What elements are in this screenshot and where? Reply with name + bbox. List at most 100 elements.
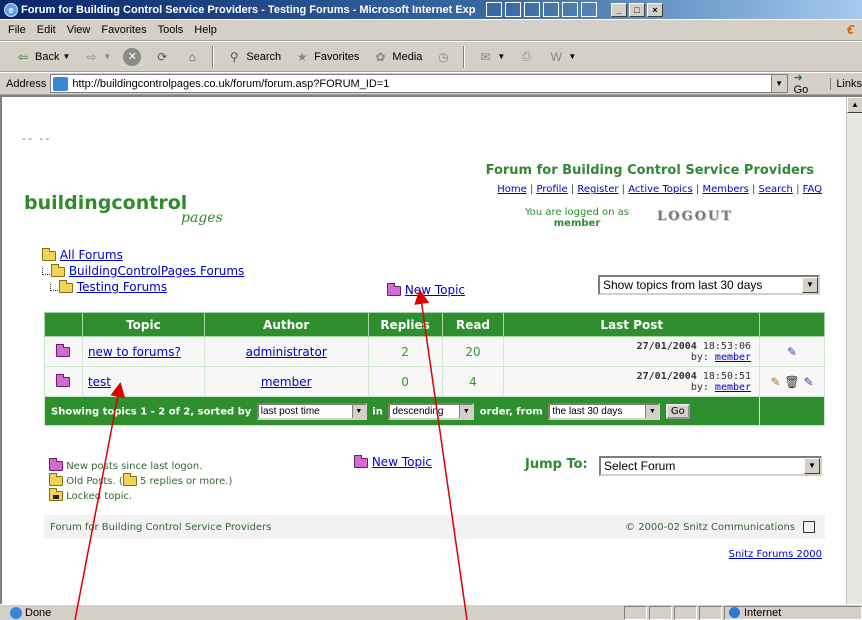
sort-go-button[interactable]: Go [665,403,690,419]
home-button[interactable]: ⌂ [179,45,205,69]
ie-logo-icon: e [4,2,18,17]
reply-icon[interactable]: ✎ [803,375,813,389]
header-actions-col [759,312,825,337]
chevron-down-icon[interactable]: ▼ [459,404,473,418]
footer-forum-name: Forum for Building Control Service Provi… [50,521,272,533]
topics-table: Topic Author Replies Read Last Post new … [43,312,825,426]
menu-favorites[interactable]: Favorites [101,24,146,36]
new-topic-label[interactable]: New Topic [372,455,432,469]
outlook-tray-icon[interactable] [581,2,597,17]
logout-button[interactable]: LOGOUT [657,209,733,224]
breadcrumb-all-forums[interactable]: All Forums [60,248,123,262]
last-post-time: 18:50:51 [702,370,752,382]
publisher-tray-icon[interactable] [562,2,578,17]
author-link[interactable]: member [261,375,312,389]
nav-link-members[interactable]: Members [702,184,748,195]
sort-by-value: last post time [260,405,320,417]
edit-pencil-icon[interactable]: ✎ [771,375,781,389]
go-to-top-icon[interactable] [803,521,815,533]
address-url[interactable]: http://buildingcontrolpages.co.uk/forum/… [72,78,770,90]
sort-order-select[interactable]: descending ▼ [388,402,475,420]
menu-tools[interactable]: Tools [158,24,184,36]
last-post-by-label: by: [690,381,709,393]
minimize-button[interactable]: _ [611,2,627,17]
author-link[interactable]: administrator [246,345,327,359]
access-tray-icon[interactable] [543,2,559,17]
chevron-down-icon[interactable]: ▼ [770,75,787,92]
snitz-forums-link[interactable]: Snitz Forums 2000 [729,549,822,560]
refresh-button[interactable]: ⟳ [149,45,175,69]
address-bar: Address http://buildingcontrolpages.co.u… [0,71,862,96]
folder-hot-icon [122,473,137,486]
delete-trash-icon[interactable]: 🗑 [784,375,799,389]
menu-help[interactable]: Help [194,24,217,36]
nav-link-home[interactable]: Home [497,184,527,195]
reply-icon[interactable]: ✎ [787,345,797,359]
topic-status-cell [44,336,83,367]
menu-edit[interactable]: Edit [37,24,56,36]
breadcrumb-forum[interactable]: Testing Forums [77,280,167,294]
chevron-down-icon[interactable]: ▼ [804,458,820,474]
folder-new-icon [56,344,71,357]
close-button[interactable]: × [647,2,663,17]
showing-text: Showing topics 1 - 2 of 2, sorted by [51,406,252,417]
chevron-down-icon[interactable]: ▼ [802,277,818,293]
breadcrumb-category[interactable]: BuildingControlPages Forums [69,264,244,278]
breadcrumb: Testing Forums [50,279,167,294]
new-topic-label[interactable]: New Topic [405,283,465,297]
jump-to-select[interactable]: Select Forum ▼ [599,456,822,476]
back-button[interactable]: ⇦ Back ▼ [10,45,74,69]
maximize-button[interactable]: □ [629,2,645,17]
menu-file[interactable]: File [8,24,26,36]
refresh-icon: ⟳ [157,49,168,64]
topic-link[interactable]: new to forums? [88,345,181,359]
forward-button[interactable]: ⇨ ▼ [78,45,115,69]
nav-link-faq[interactable]: FAQ [803,184,822,195]
last-post-author-link[interactable]: member [715,352,751,363]
mail-button[interactable]: ✉ ▼ [472,45,509,69]
last-post-author-link[interactable]: member [715,382,751,393]
globe-icon [729,607,740,618]
word-tray-icon[interactable] [505,2,521,17]
new-topic-link-bottom[interactable]: New Topic [354,454,432,469]
nav-link-active-topics[interactable]: Active Topics [628,184,692,195]
from-label: order, from [479,406,543,417]
chevron-down-icon[interactable]: ▼ [351,404,365,418]
stop-button[interactable]: ✕ [119,45,145,69]
folder-locked-icon [49,488,63,501]
back-label: Back [35,50,60,63]
favorites-button[interactable]: ★ Favorites [289,45,363,69]
new-topic-link[interactable]: New Topic [387,282,465,297]
vertical-scrollbar[interactable]: ▲ [846,97,862,604]
favorites-label: Favorites [314,50,360,63]
history-button[interactable]: ◷ [430,45,456,69]
links-button[interactable]: Links [830,77,862,90]
menu-view[interactable]: View [67,24,91,36]
chevron-down-icon[interactable]: ▼ [645,404,659,418]
period-select[interactable]: the last 30 days ▼ [548,402,661,420]
status-cell [699,605,722,620]
replies-cell: 0 [367,366,443,397]
mail-tray-icon[interactable] [486,2,502,17]
toolbar-separator [463,45,466,68]
address-input[interactable]: http://buildingcontrolpages.co.uk/forum/… [50,74,788,93]
media-button[interactable]: ✿ Media [367,45,426,69]
excel-tray-icon[interactable] [524,2,540,17]
logo-sub-text: pages [181,210,223,226]
scroll-up-arrow-icon[interactable]: ▲ [847,97,862,113]
show-topics-select[interactable]: Show topics from last 30 days ▼ [598,275,820,295]
site-logo[interactable]: buildingcontrol pages [24,192,223,226]
status-label: Done [25,606,52,619]
nav-link-search[interactable]: Search [759,184,793,195]
table-row: new to forums? administrator 2 20 27/01/… [44,336,825,367]
nav-link-register[interactable]: Register [577,184,618,195]
edit-button[interactable]: W ▼ [543,45,580,69]
topic-link[interactable]: test [88,375,111,389]
sort-by-select[interactable]: last post time ▼ [256,402,367,420]
page-footer: Forum for Building Control Service Provi… [44,515,825,539]
search-button[interactable]: ⚲ Search [221,45,285,69]
print-button[interactable]: ⎙ [513,45,539,69]
last-post-by-label: by: [690,351,709,363]
nav-link-profile[interactable]: Profile [537,184,568,195]
go-button[interactable]: ➜ Go [794,71,821,96]
